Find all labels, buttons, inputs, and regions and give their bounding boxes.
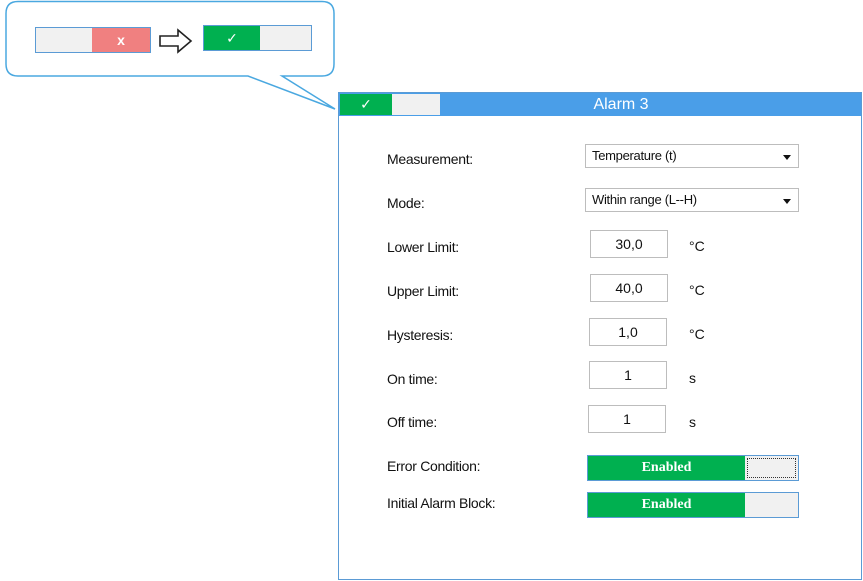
on-time-unit: s <box>689 370 696 386</box>
measurement-value: Temperature (t) <box>592 148 677 163</box>
hysteresis-input[interactable]: 1,0 <box>589 318 667 346</box>
alarm-panel: Alarm 3 ✓ Measurement: Temperature (t) M… <box>338 92 862 580</box>
checkmark-icon: ✓ <box>340 94 392 115</box>
panel-header: Alarm 3 ✓ <box>339 93 861 116</box>
upper-limit-unit: °C <box>689 282 705 298</box>
on-time-label: On time: <box>387 371 438 387</box>
chevron-down-icon <box>783 155 791 160</box>
upper-limit-label: Upper Limit: <box>387 283 459 299</box>
initial-alarm-block-toggle[interactable]: Enabled <box>587 492 799 518</box>
off-time-label: Off time: <box>387 414 437 430</box>
right-arrow-icon <box>159 28 193 54</box>
mode-label: Mode: <box>387 195 425 211</box>
off-time-unit: s <box>689 414 696 430</box>
on-time-input[interactable]: 1 <box>589 361 667 389</box>
lower-limit-input[interactable]: 30,0 <box>590 230 668 258</box>
callout-bubble <box>5 0 336 110</box>
alarm-enable-toggle[interactable]: ✓ <box>339 93 441 116</box>
lower-limit-label: Lower Limit: <box>387 239 459 255</box>
upper-limit-input[interactable]: 40,0 <box>590 274 668 302</box>
initial-alarm-block-state: Enabled <box>588 493 745 517</box>
mode-value: Within range (L--H) <box>592 192 697 207</box>
error-condition-toggle[interactable]: Enabled <box>587 455 799 481</box>
error-condition-label: Error Condition: <box>387 458 481 474</box>
off-time-input[interactable]: 1 <box>588 405 666 433</box>
hysteresis-label: Hysteresis: <box>387 327 453 343</box>
checkmark-icon: ✓ <box>204 26 260 50</box>
hysteresis-unit: °C <box>689 326 705 342</box>
error-condition-state: Enabled <box>588 456 745 480</box>
mode-select[interactable]: Within range (L--H) <box>585 188 799 212</box>
initial-alarm-block-label: Initial Alarm Block: <box>387 495 496 511</box>
x-icon: x <box>92 28 150 52</box>
lower-limit-unit: °C <box>689 238 705 254</box>
toggle-before-off[interactable]: x <box>35 27 151 53</box>
measurement-select[interactable]: Temperature (t) <box>585 144 799 168</box>
chevron-down-icon <box>783 199 791 204</box>
toggle-after-on[interactable]: ✓ <box>203 25 312 51</box>
measurement-label: Measurement: <box>387 151 473 167</box>
